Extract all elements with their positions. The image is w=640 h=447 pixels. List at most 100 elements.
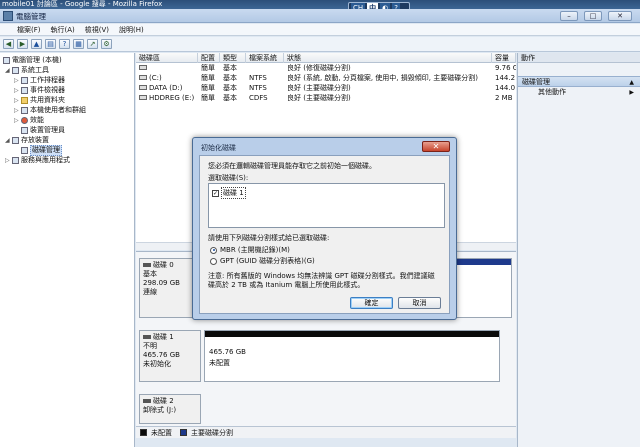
gpt-radio[interactable] bbox=[210, 257, 217, 265]
drive-icon bbox=[139, 85, 147, 90]
window-title: 電腦管理 bbox=[16, 12, 46, 21]
actions-pane: 動作 磁碟管理 ▲ 其他動作 ▶ bbox=[517, 53, 640, 447]
col-layout[interactable]: 配置 bbox=[198, 53, 220, 63]
tree-item-system-tools[interactable]: ◢ 系統工具 bbox=[5, 66, 49, 75]
settings-icon[interactable]: ⚙ bbox=[101, 39, 112, 49]
properties-icon[interactable]: ▦ bbox=[73, 39, 84, 49]
export-icon[interactable]: ↗ bbox=[87, 39, 98, 49]
back-arrow-icon[interactable]: ◀ bbox=[3, 39, 14, 49]
disk0-size: 298.09 GB bbox=[143, 279, 180, 287]
disk1-info[interactable]: 磁碟 1 不明 465.76 GB 未初始化 bbox=[139, 330, 201, 382]
drive-icon bbox=[139, 75, 147, 80]
tree-item-task-scheduler[interactable]: ▷ 工作排程器 bbox=[14, 76, 65, 85]
table-row[interactable]: DATA (D:) 簡單 基本 NTFS 良好 (主要磁碟分割) 144.0 bbox=[136, 84, 516, 93]
disk2-name: 磁碟 2 bbox=[143, 397, 197, 406]
close-button[interactable]: ✕ bbox=[608, 11, 632, 21]
col-capacity[interactable]: 容量 bbox=[492, 53, 516, 63]
expand-icon[interactable]: ▷ bbox=[5, 156, 10, 165]
browser-title: mobile01 討論區 - Google 搜尋 - Mozilla Firef… bbox=[2, 0, 163, 8]
help-icon[interactable]: ? bbox=[59, 39, 70, 49]
ok-button[interactable]: 確定 bbox=[350, 297, 393, 309]
minimize-button[interactable]: – bbox=[560, 11, 578, 21]
disk-icon bbox=[143, 399, 151, 403]
actions-more[interactable]: 其他動作 ▶ bbox=[518, 87, 640, 98]
col-filesystem[interactable]: 檔案系統 bbox=[246, 53, 284, 63]
performance-icon bbox=[21, 117, 28, 124]
up-folder-icon[interactable]: ▲ bbox=[31, 39, 42, 49]
tree-item-storage[interactable]: ◢ 存放裝置 bbox=[5, 136, 49, 145]
cd-drive-icon bbox=[139, 95, 147, 100]
disk0-status: 連線 bbox=[143, 288, 157, 296]
expand-icon[interactable]: ▷ bbox=[14, 106, 19, 115]
col-volume[interactable]: 磁碟區 bbox=[136, 53, 198, 63]
select-disk-label: 選取磁碟(S): bbox=[208, 174, 249, 182]
browser-title-strip: mobile01 討論區 - Google 搜尋 - Mozilla Firef… bbox=[0, 0, 640, 9]
disk1-part-status: 未配置 bbox=[209, 359, 230, 367]
menu-view[interactable]: 檢視(V) bbox=[85, 24, 109, 35]
table-row[interactable]: HDDREG (E:) 簡單 基本 CDFS 良好 (主要磁碟分割) 2 MB bbox=[136, 94, 516, 103]
services-icon bbox=[12, 157, 19, 164]
disk1-part-size: 465.76 GB bbox=[209, 348, 246, 356]
forward-arrow-icon[interactable]: ▶ bbox=[17, 39, 28, 49]
cancel-button[interactable]: 取消 bbox=[398, 297, 441, 309]
legend-swatch-unallocated bbox=[140, 429, 147, 436]
toolbar: ◀ ▶ ▲ ▤ ? ▦ ↗ ⚙ bbox=[0, 37, 640, 52]
menu-bar: 檔案(F) 執行(A) 檢視(V) 說明(H) bbox=[0, 24, 640, 36]
disk1-name: 磁碟 1 bbox=[143, 333, 197, 342]
storage-icon bbox=[12, 137, 19, 144]
disk1-size: 465.76 GB bbox=[143, 351, 180, 359]
expand-icon[interactable]: ▷ bbox=[14, 86, 19, 95]
mbr-radio[interactable] bbox=[210, 246, 217, 254]
actions-header: 動作 bbox=[518, 53, 640, 63]
computer-management-icon bbox=[3, 11, 13, 21]
col-type[interactable]: 類型 bbox=[220, 53, 246, 63]
folder-icon bbox=[21, 97, 28, 104]
disk-select-list[interactable]: ✓ 磁碟 1 bbox=[208, 183, 445, 228]
dialog-close-button[interactable]: ✕ bbox=[422, 141, 450, 152]
option-gpt[interactable]: GPT (GUID 磁碟分割表格)(G) bbox=[210, 256, 315, 266]
tree-item-services[interactable]: ▷ 服務與應用程式 bbox=[5, 156, 70, 165]
menu-action[interactable]: 執行(A) bbox=[51, 24, 75, 35]
tree-item-disk-management[interactable]: 磁碟管理 bbox=[21, 145, 62, 156]
menu-file[interactable]: 檔案(F) bbox=[17, 24, 41, 35]
expand-icon[interactable]: ▷ bbox=[14, 116, 19, 125]
tree-item-device-manager[interactable]: 裝置管理員 bbox=[21, 126, 65, 135]
dialog-title: 初始化磁碟 bbox=[201, 144, 236, 152]
disk1-checkbox[interactable]: ✓ bbox=[212, 189, 219, 197]
event-viewer-icon bbox=[21, 87, 28, 94]
disk-icon bbox=[143, 263, 151, 267]
option-mbr[interactable]: MBR (主開機記錄)(M) bbox=[210, 245, 290, 255]
actions-section-disk-management[interactable]: 磁碟管理 ▲ bbox=[518, 76, 640, 87]
collapse-icon[interactable]: ◢ bbox=[5, 66, 10, 75]
expand-icon[interactable]: ▷ bbox=[14, 96, 19, 105]
volume-list-header: 磁碟區 配置 類型 檔案系統 狀態 容量 bbox=[136, 53, 516, 63]
disk1-unallocated-partition[interactable]: 465.76 GB 未配置 bbox=[204, 330, 500, 382]
tree-item-root[interactable]: 電腦管理 (本機) bbox=[3, 56, 62, 65]
expand-icon[interactable]: ▷ bbox=[14, 76, 19, 85]
navigation-tree: 電腦管理 (本機) ◢ 系統工具 ▷ 工作排程器 ▷ 事件檢視器 ▷ 共用資料夾… bbox=[0, 53, 135, 447]
disk2-info[interactable]: 磁碟 2 卸除式 (J:) bbox=[139, 394, 201, 424]
menu-help[interactable]: 說明(H) bbox=[119, 24, 144, 35]
disk1-type: 不明 bbox=[143, 342, 157, 350]
maximize-button[interactable]: □ bbox=[584, 11, 602, 21]
initialize-disk-dialog: 初始化磁碟 ✕ 您必須在邏輯磁碟管理員能存取它之前初始一個磁碟。 選取磁碟(S)… bbox=[192, 137, 457, 320]
tree-item-shared-folders[interactable]: ▷ 共用資料夾 bbox=[14, 96, 65, 105]
tree-item-local-users[interactable]: ▷ 本機使用者和群組 bbox=[14, 106, 86, 115]
disk-management-icon bbox=[21, 147, 28, 154]
col-status[interactable]: 狀態 bbox=[284, 53, 492, 63]
dialog-note-line2: 碟高於 2 TB 或為 Itanium 電腦上所使用此樣式。 bbox=[208, 281, 365, 289]
legend-primary: 主要磁碟分割 bbox=[191, 428, 233, 437]
table-row[interactable]: (C:) 簡單 基本 NTFS 良好 (系統, 啟動, 分頁檔案, 使用中, 損… bbox=[136, 74, 516, 83]
disk-icon bbox=[143, 335, 151, 339]
submenu-arrow-icon: ▶ bbox=[629, 89, 634, 96]
computer-icon bbox=[3, 57, 10, 64]
collapse-icon[interactable]: ◢ bbox=[5, 136, 10, 145]
table-row[interactable]: 簡單 基本 良好 (修復磁碟分割) 9.76 G bbox=[136, 64, 516, 73]
disk0-type: 基本 bbox=[143, 270, 157, 278]
disk1-label: 磁碟 1 bbox=[221, 187, 246, 199]
tree-item-event-viewer[interactable]: ▷ 事件檢視器 bbox=[14, 86, 65, 95]
tree-item-performance[interactable]: ▷ 效能 bbox=[14, 116, 44, 125]
disk-select-item[interactable]: ✓ 磁碟 1 bbox=[212, 187, 246, 199]
show-tree-icon[interactable]: ▤ bbox=[45, 39, 56, 49]
dialog-intro: 您必須在邏輯磁碟管理員能存取它之前初始一個磁碟。 bbox=[208, 162, 376, 170]
